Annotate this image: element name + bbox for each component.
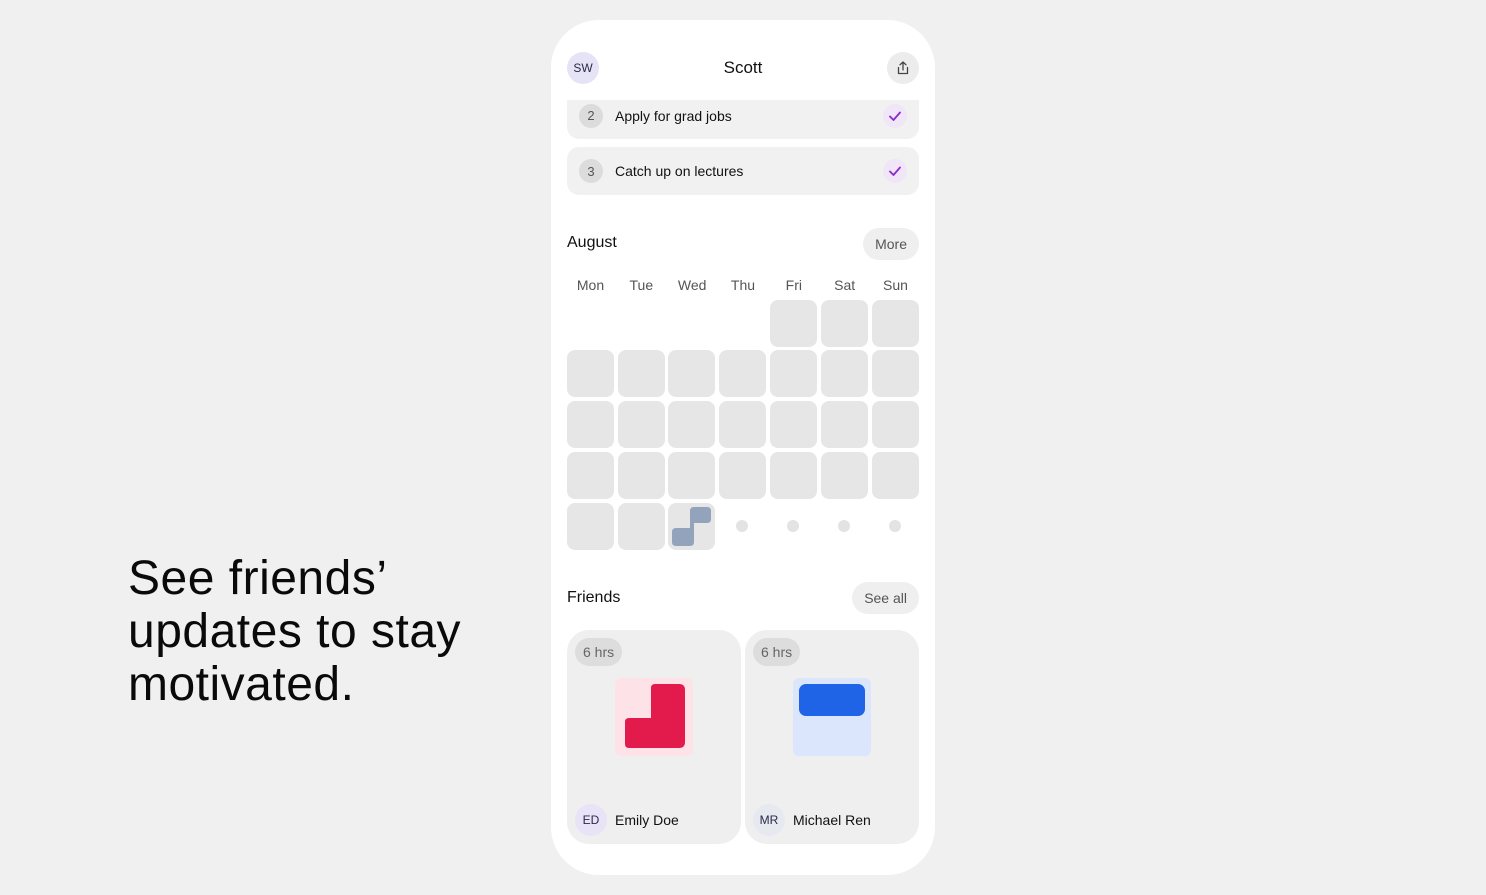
calendar-day-today[interactable] [668,503,715,550]
calendar-day[interactable] [668,401,715,448]
friend-name: Emily Doe [615,812,679,828]
weekday-label: Fri [785,277,802,293]
task-number: 3 [579,159,603,183]
calendar-day[interactable] [821,350,868,397]
calendar-day-future [821,503,868,550]
calendar-day[interactable] [668,452,715,499]
top-bar: SW Scott [551,20,935,100]
calendar-day-future [719,503,766,550]
task-number: 2 [579,103,603,128]
hours-badge: 6 hrs [753,638,801,666]
share-icon [897,61,909,75]
friend-card[interactable]: 6 hrs MR Michael Ren [745,630,919,844]
check-icon[interactable] [883,159,907,183]
headline-line-1: See friends’ [128,552,388,605]
calendar-day[interactable] [618,401,665,448]
check-icon[interactable] [883,103,907,128]
calendar-day[interactable] [567,452,614,499]
calendar-day[interactable] [567,503,614,550]
calendar-day[interactable] [770,300,817,347]
hours-badge: 6 hrs [575,638,623,666]
task-item[interactable]: 3 Catch up on lectures [567,147,919,195]
task-label: Catch up on lectures [615,163,744,179]
month-title: August [567,234,617,251]
friends-title: Friends [567,589,621,606]
page-title: Scott [723,58,763,77]
headline-line-2: updates to stay [128,605,462,658]
calendar-day[interactable] [770,350,817,397]
calendar-day[interactable] [618,503,665,550]
weekday-label: Mon [576,277,605,293]
calendar-day-future [770,503,817,550]
headline-line-3: motivated. [128,658,355,711]
friend-card[interactable]: 6 hrs ED Emily Doe [567,630,741,844]
calendar-day-future [872,503,919,550]
calendar-day[interactable] [719,401,766,448]
calendar-day[interactable] [618,350,665,397]
calendar-day[interactable] [719,350,766,397]
weekday-label: Thu [730,277,756,293]
calendar-day[interactable] [872,401,919,448]
calendar-day[interactable] [821,452,868,499]
weekday-label: Wed [677,277,707,293]
avatar: ED [575,804,607,836]
progress-shape-icon [793,678,871,756]
calendar-day[interactable] [770,452,817,499]
share-button[interactable] [887,52,919,84]
weekday-label: Sat [834,277,856,293]
calendar-day[interactable] [770,401,817,448]
avatar: MR [753,804,785,836]
calendar-day[interactable] [821,300,868,347]
headline: See friends’ updates to stay motivated. [128,552,548,711]
see-all-button[interactable]: See all [852,582,919,614]
calendar-day[interactable] [872,452,919,499]
calendar-day[interactable] [821,401,868,448]
calendar-day[interactable] [872,300,919,347]
phone-screen: 2 Apply for grad jobs 3 Catch up on lect… [551,20,935,875]
calendar-day[interactable] [668,350,715,397]
weekday-label: Tue [629,277,654,293]
calendar-day[interactable] [618,452,665,499]
more-button[interactable]: More [863,228,919,260]
task-label: Apply for grad jobs [615,107,732,124]
calendar-day[interactable] [567,350,614,397]
progress-shape-icon [672,507,711,546]
weekday-header: Mon Tue Wed Thu Fri Sat Sun [567,277,919,293]
weekday-label: Sun [883,277,908,293]
calendar-day[interactable] [872,350,919,397]
friend-name: Michael Ren [793,812,871,828]
calendar-day[interactable] [567,401,614,448]
progress-shape-icon [615,678,693,756]
calendar-day[interactable] [719,452,766,499]
